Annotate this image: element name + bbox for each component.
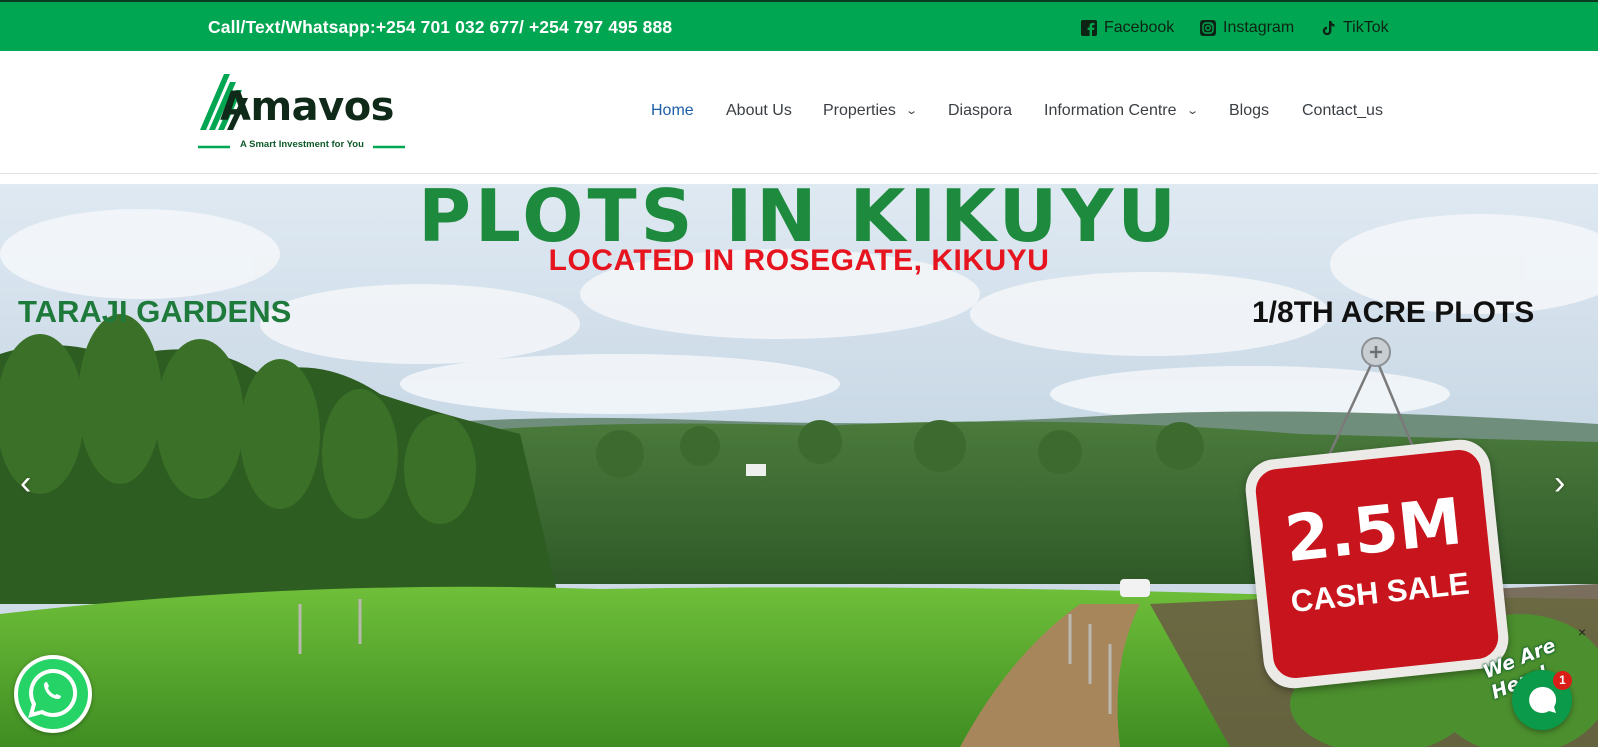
- facebook-label: Facebook: [1104, 19, 1175, 36]
- tiktok-label: TikTok: [1343, 19, 1389, 36]
- facebook-link[interactable]: Facebook: [1081, 19, 1174, 37]
- nav-blogs-label: Blogs: [1229, 102, 1270, 119]
- instagram-link[interactable]: Instagram: [1200, 19, 1294, 37]
- nav-diaspora[interactable]: Diaspora: [948, 102, 1012, 120]
- nav-info-label: Information Centre: [1044, 102, 1177, 119]
- instagram-icon: [1200, 20, 1216, 36]
- hero-plot-size: 1/8TH ACRE PLOTS: [1252, 296, 1535, 329]
- tiktok-icon: [1320, 20, 1336, 36]
- nav-blogs[interactable]: Blogs: [1229, 102, 1269, 120]
- price-sign-face: 2.5M CASH SALE: [1253, 447, 1501, 681]
- whatsapp-button[interactable]: [14, 655, 92, 733]
- nav-properties-label: Properties: [823, 102, 896, 119]
- close-icon[interactable]: ×: [1578, 624, 1586, 640]
- top-bar: Call/Text/Whatsapp:+254 701 032 677/ +25…: [0, 0, 1598, 51]
- nav-diaspora-label: Diaspora: [948, 102, 1013, 119]
- instagram-label: Instagram: [1223, 19, 1295, 36]
- nav-contact-us[interactable]: Contact_us: [1302, 102, 1383, 120]
- nav-about-us[interactable]: About Us: [726, 102, 792, 120]
- chevron-left-icon[interactable]: ‹: [20, 464, 31, 503]
- chevron-right-icon[interactable]: ›: [1554, 464, 1565, 503]
- price-sign: 2.5M CASH SALE: [1242, 436, 1512, 692]
- contact-phone[interactable]: Call/Text/Whatsapp:+254 701 032 677/ +25…: [208, 17, 672, 38]
- brand-tagline: A Smart Investment for You: [240, 139, 364, 150]
- tiktok-link[interactable]: TikTok: [1320, 19, 1389, 37]
- nav-about-label: About Us: [726, 102, 792, 119]
- chat-unread-badge: 1: [1553, 671, 1572, 690]
- whatsapp-icon: [18, 659, 88, 729]
- nav-contact-label: Contact_us: [1302, 102, 1383, 119]
- hero-subtitle: LOCATED IN ROSEGATE, KIKUYU: [548, 244, 1050, 277]
- brand-name: Amavos: [220, 84, 395, 130]
- chevron-down-icon: ⌄: [905, 104, 918, 117]
- price-value: 2.5M: [1281, 485, 1466, 578]
- nav-home-label: Home: [651, 102, 694, 119]
- nav-home[interactable]: Home: [651, 102, 694, 120]
- hero-project-name: TARAJI GARDENS: [18, 294, 292, 329]
- facebook-icon: [1081, 20, 1097, 36]
- hero-slider: PLOTS IN KIKUYU LOCATED IN ROSEGATE, KIK…: [0, 184, 1598, 747]
- nav-properties[interactable]: Properties ⌄: [823, 102, 918, 120]
- chevron-down-icon: ⌄: [1185, 104, 1199, 117]
- brand-logo[interactable]: Amavos A Smart Investment for You: [198, 70, 408, 154]
- nav-information-centre[interactable]: Information Centre ⌄: [1044, 102, 1199, 120]
